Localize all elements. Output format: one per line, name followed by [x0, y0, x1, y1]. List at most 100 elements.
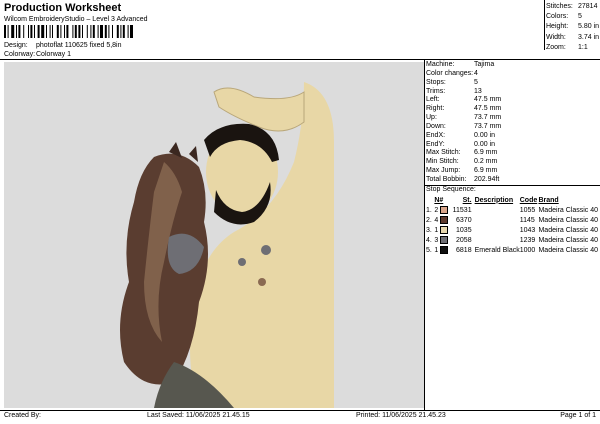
stats-divider [544, 0, 545, 50]
col-n: N# [434, 196, 444, 204]
row-needle: 3 [434, 235, 452, 245]
colorway-row: Colorway:Colorway 1 [4, 51, 71, 58]
row-index: 3. [426, 226, 432, 234]
row-description [475, 215, 520, 225]
info-label: Right: [426, 105, 445, 113]
row-brand: Madeira Classic 40 [538, 206, 598, 214]
row-index: 2. [426, 216, 432, 224]
info-value: 73.7 mm [474, 122, 502, 130]
colorway-label: Colorway: [4, 51, 36, 58]
info-value: 47.5 mm [474, 96, 502, 104]
info-label: Machine: [426, 61, 455, 68]
row-code: 1239 [519, 236, 536, 244]
table-row: 3. 1 1035 1043 Madeira Classic 40 [426, 225, 598, 235]
info-row: Down: 73.7 mm [426, 123, 598, 132]
info-label: Min Stitch: [426, 158, 459, 166]
footer-divider [0, 410, 600, 411]
col-code: Code [519, 196, 538, 204]
page-number: Page 1 of 1 [560, 412, 596, 419]
worksheet-title: Production Worksheet [4, 2, 122, 14]
barcode [4, 25, 133, 38]
row-needle: 1 [434, 225, 452, 235]
stats-panel: Stitches: 27814 Colors: 5 Height: 5.80 in W… [546, 2, 599, 53]
info-row: Up: 73.7 mm [426, 114, 598, 123]
info-value: 73.7 mm [474, 114, 502, 122]
row-needle: 1 [434, 245, 452, 255]
info-value: 0.00 in [474, 131, 496, 139]
info-row: Color changes:4 [426, 70, 598, 79]
info-label: Left: [426, 96, 440, 104]
info-label: Trims: [426, 87, 446, 95]
row-stitches: 6818 [456, 246, 472, 254]
info-label: Max Stitch: [426, 149, 461, 157]
row-needle: 4 [434, 215, 452, 225]
color-swatch-icon [440, 246, 449, 254]
row-brand: Madeira Classic 40 [538, 236, 598, 244]
info-value: 6.9 mm [474, 149, 498, 157]
row-brand: Madeira Classic 40 [538, 216, 598, 224]
info-row: Trims: 13 [426, 88, 598, 97]
info-row: Stops: 5 [426, 79, 598, 88]
row-code: 1043 [519, 226, 536, 234]
info-row: Max Jump: 6.9 mm [426, 167, 598, 176]
design-preview [4, 62, 424, 408]
col-brand: Brand [538, 196, 559, 204]
info-row: Machine: Tajima [426, 61, 598, 70]
info-label: Stops: [426, 78, 446, 86]
table-header: N# St. Description Code Brand [426, 195, 598, 205]
info-label: Max Jump: [426, 167, 461, 175]
info-value: 4 [474, 69, 478, 77]
info-value: 0.00 in [474, 140, 496, 148]
info-row: Right: 47.5 mm [426, 105, 598, 114]
row-code: 1000 [519, 246, 536, 254]
info-row: EndX: 0.00 in [426, 132, 598, 141]
stat-stitches: Stitches: 27814 [546, 3, 598, 10]
info-label: Up: [426, 114, 437, 122]
row-stitches: 1035 [456, 226, 472, 234]
row-description [475, 205, 520, 215]
software-subtitle: Wilcom EmbroideryStudio – Level 3 Advanc… [4, 16, 148, 23]
colorway-value: Colorway 1 [36, 51, 72, 58]
col-description: Description [474, 196, 514, 204]
table-row: 2. 4 6370 1145 Madeira Classic 40 [426, 215, 598, 225]
panel-divider [424, 59, 425, 410]
color-swatch-icon [440, 226, 449, 234]
info-label: Color changes: [426, 69, 474, 77]
info-value: 6.9 mm [474, 167, 498, 175]
tattoo-mark [258, 278, 266, 286]
info-label: Total Bobbin: [426, 175, 467, 183]
row-index: 5. [426, 246, 432, 254]
embroidery-illustration [120, 82, 334, 408]
info-row: EndY: 0.00 in [426, 141, 598, 150]
info-value: 5 [474, 78, 478, 86]
machine-info: Machine: Tajima Color changes:4 Stops: 5 Trim… [426, 61, 598, 185]
stop-sequence-table: N# St. Description Code Brand 1. 2 11531 1… [426, 195, 598, 255]
printed-date: Printed: 11/06/2025 21.45.23 [356, 412, 446, 419]
header-divider [0, 59, 600, 60]
arm-shape [213, 87, 305, 132]
row-stitches: 2058 [456, 236, 472, 244]
stat-colors: Colors: 5 [546, 13, 582, 21]
tattoo-mark [238, 258, 246, 266]
tattoo-mark [261, 245, 271, 255]
col-st: St. [462, 196, 472, 204]
row-description [475, 235, 520, 245]
info-row: Max Stitch: 6.9 mm [426, 149, 598, 158]
row-brand: Madeira Classic 40 [538, 246, 598, 254]
design-row: Design: photoflat 110625 fixed 5,8in [4, 42, 122, 49]
info-value: 13 [474, 87, 482, 95]
last-saved: Last Saved: 11/06/2025 21.45.15 [147, 412, 250, 419]
color-swatch-icon [440, 206, 449, 214]
row-stitches: 11531 [452, 206, 472, 214]
row-index: 1. [426, 206, 432, 214]
table-row: 1. 2 11531 1055 Madeira Classic 40 [426, 205, 598, 215]
stat-width: Width: 3.74 in [546, 33, 600, 41]
info-label: EndX: [426, 131, 446, 139]
row-brand: Madeira Classic 40 [538, 226, 598, 234]
design-label: Design: [4, 42, 28, 49]
info-value: 202.94ft [474, 175, 500, 183]
info-row: Left: 47.5 mm [426, 96, 598, 105]
table-row: 4. 3 2058 1239 Madeira Classic 40 [426, 235, 598, 245]
row-needle: 2 [434, 205, 452, 215]
stat-height: Height: 5.80 in [546, 23, 600, 31]
